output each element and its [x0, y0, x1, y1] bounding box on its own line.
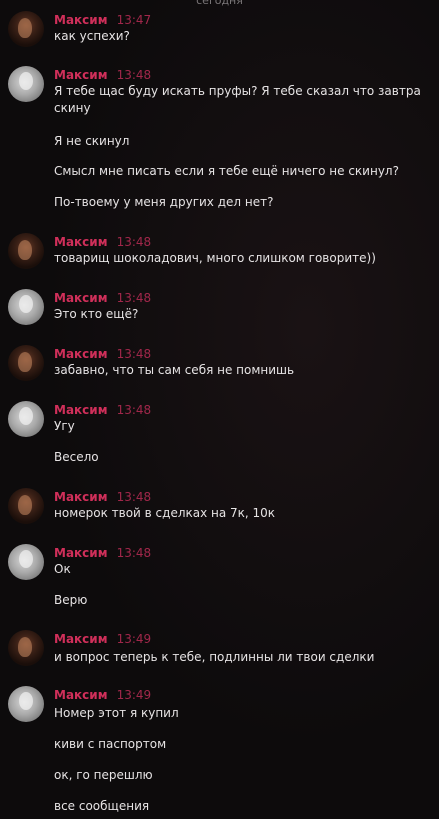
- message-text: все сообщения: [54, 799, 150, 813]
- message-text: Я не скинул: [54, 134, 130, 148]
- author-name[interactable]: Максим: [54, 235, 108, 249]
- message-time: 13:48: [116, 546, 152, 560]
- avatar[interactable]: [8, 686, 44, 722]
- message-time: 13:48: [116, 235, 152, 249]
- message-time: 13:49: [116, 632, 152, 646]
- message-header: Максим 13:48: [54, 488, 151, 504]
- message-text: номерок твой в сделках на 7к, 10к: [54, 506, 276, 520]
- message-text: и вопрос теперь к тебе, подлинны ли твои…: [54, 650, 375, 664]
- avatar[interactable]: [8, 630, 44, 666]
- message-time: 13:48: [116, 490, 152, 504]
- message-text: Верю: [54, 593, 88, 607]
- message-time: 13:48: [116, 68, 152, 82]
- message-time: 13:48: [116, 347, 152, 361]
- message-header: Максим 13:48: [54, 401, 151, 417]
- avatar[interactable]: [8, 289, 44, 325]
- message-header: Максим 13:49: [54, 686, 151, 702]
- message-header: Максим 13:49: [54, 630, 151, 646]
- message-time: 13:48: [116, 403, 152, 417]
- author-name[interactable]: Максим: [54, 632, 108, 646]
- avatar[interactable]: [8, 488, 44, 524]
- avatar[interactable]: [8, 544, 44, 580]
- message-time: 13:47: [116, 13, 152, 27]
- message-text: Смысл мне писать если я тебе ещё ничего …: [54, 164, 399, 178]
- message-text: Номер этот я купил: [54, 706, 179, 720]
- author-name[interactable]: Максим: [54, 546, 108, 560]
- message-text: Весело: [54, 450, 99, 464]
- avatar[interactable]: [8, 66, 44, 102]
- author-name[interactable]: Максим: [54, 490, 108, 504]
- avatar[interactable]: [8, 11, 44, 47]
- avatar[interactable]: [8, 401, 44, 437]
- message-text: забавно, что ты сам себя не помнишь: [54, 363, 295, 377]
- message-time: 13:48: [116, 291, 152, 305]
- author-name[interactable]: Максим: [54, 68, 108, 82]
- date-separator: сегодня: [196, 0, 243, 7]
- author-name[interactable]: Максим: [54, 347, 108, 361]
- message-time: 13:49: [116, 688, 152, 702]
- message-text: По-твоему у меня других дел нет?: [54, 195, 274, 209]
- message-text: Угу: [54, 419, 75, 433]
- author-name[interactable]: Максим: [54, 291, 108, 305]
- message-header: Максим 13:48: [54, 66, 151, 82]
- message-text: как успехи?: [54, 29, 130, 43]
- message-text: киви с паспортом: [54, 737, 167, 751]
- message-header: Максим 13:48: [54, 289, 151, 305]
- message-text: скину: [54, 101, 91, 115]
- message-header: Максим 13:47: [54, 11, 151, 27]
- message-text: Это кто ещё?: [54, 307, 139, 321]
- message-text: ок, го перешлю: [54, 768, 153, 782]
- avatar[interactable]: [8, 345, 44, 381]
- author-name[interactable]: Максим: [54, 688, 108, 702]
- message-text: Я тебе щас буду искать пруфы? Я тебе ска…: [54, 84, 421, 98]
- message-header: Максим 13:48: [54, 345, 151, 361]
- message-text: товарищ шоколадович, много слишком говор…: [54, 251, 376, 265]
- author-name[interactable]: Максим: [54, 13, 108, 27]
- avatar[interactable]: [8, 233, 44, 269]
- author-name[interactable]: Максим: [54, 403, 108, 417]
- message-header: Максим 13:48: [54, 544, 151, 560]
- message-text: Ок: [54, 562, 71, 576]
- message-header: Максим 13:48: [54, 233, 151, 249]
